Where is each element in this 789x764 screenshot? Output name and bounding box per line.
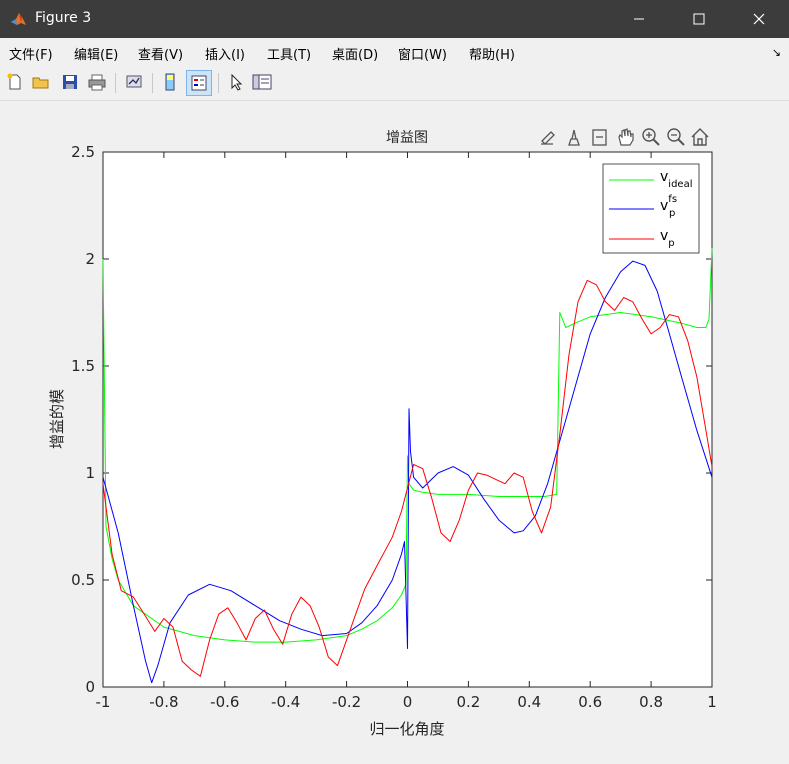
- home-icon[interactable]: [691, 128, 709, 146]
- y-tick-label: 1.5: [71, 357, 95, 375]
- colorbar-button[interactable]: [159, 71, 181, 93]
- x-tick-label: -1: [96, 693, 111, 711]
- y-tick-label: 0.5: [71, 571, 95, 589]
- zoom-out-icon[interactable]: [667, 128, 685, 146]
- y-tick-label: 1: [85, 464, 95, 482]
- link-plot-button[interactable]: [123, 71, 145, 93]
- x-axis-label: 归一化角度: [369, 720, 444, 738]
- data-cursor-icon[interactable]: [568, 129, 580, 146]
- toolbar-separator: [115, 73, 116, 93]
- axes-toolbar: [541, 128, 709, 146]
- maximize-icon: [693, 13, 705, 25]
- y-tick-label: 2: [85, 250, 95, 268]
- new-file-button[interactable]: [4, 71, 26, 93]
- x-tick-label: 0: [403, 693, 413, 711]
- colorbar-icon: [165, 73, 175, 91]
- figure-toolbar: [0, 67, 789, 101]
- window-title: Figure 3: [35, 10, 92, 26]
- menu-help[interactable]: 帮助(H): [469, 44, 515, 63]
- x-tick-label: -0.2: [332, 693, 361, 711]
- x-tick-label: 0.6: [578, 693, 602, 711]
- menu-bar: 文件(F) 编辑(E) 查看(V) 插入(I) 工具(T) 桌面(D) 窗口(W…: [0, 38, 789, 67]
- x-tick-label: -0.4: [271, 693, 300, 711]
- toolbar-separator: [152, 73, 153, 93]
- x-tick-label: 0.4: [517, 693, 541, 711]
- x-tick-label: 0.2: [456, 693, 480, 711]
- save-icon: [63, 75, 77, 89]
- link-plot-icon: [126, 75, 142, 88]
- x-tick-label: -0.8: [149, 693, 178, 711]
- menu-insert[interactable]: 插入(I): [205, 44, 245, 63]
- y-axis-label: 增益的模: [48, 389, 66, 449]
- zoom-in-icon[interactable]: [642, 128, 660, 146]
- x-tick-label: 0.8: [639, 693, 663, 711]
- save-button[interactable]: [59, 71, 81, 93]
- menu-tools[interactable]: 工具(T): [267, 44, 311, 63]
- y-tick-label: 2.5: [71, 143, 95, 161]
- x-tick-label: -0.6: [210, 693, 239, 711]
- minimize-icon: [634, 18, 644, 20]
- legend-icon: [191, 75, 207, 91]
- menu-view[interactable]: 查看(V): [138, 44, 183, 63]
- new-file-icon: [7, 73, 21, 90]
- menu-edit[interactable]: 编辑(E): [74, 44, 118, 63]
- print-icon: [88, 74, 106, 91]
- close-button[interactable]: [733, 0, 785, 38]
- print-button[interactable]: [86, 71, 108, 93]
- brush-edit-icon[interactable]: [541, 131, 555, 145]
- chart-title: 增益图: [386, 130, 428, 146]
- legend-button[interactable]: [186, 70, 212, 96]
- window-titlebar: Figure 3: [0, 0, 789, 38]
- dock-arrow-icon[interactable]: ↘: [772, 46, 781, 59]
- zoom-region-icon[interactable]: [592, 129, 607, 146]
- property-inspector-icon: [252, 74, 272, 90]
- property-inspector-button[interactable]: [251, 71, 273, 93]
- maximize-button[interactable]: [673, 0, 725, 38]
- matlab-logo-icon: [11, 13, 26, 25]
- close-icon: [753, 13, 765, 25]
- legend[interactable]: videalvfs pvp: [602, 163, 700, 254]
- x-tick-label: 1: [707, 693, 717, 711]
- pan-icon[interactable]: [618, 128, 634, 146]
- pointer-icon: [231, 73, 243, 91]
- open-folder-icon: [32, 77, 49, 89]
- gain-chart[interactable]: -1 -0.8 -0.6 -0.4 -0.2 0 0.2 0.4 0.6 0.8 1 0 0.5 1 1.5…: [0, 101, 789, 760]
- figure-canvas[interactable]: -1 -0.8 -0.6 -0.4 -0.2 0 0.2 0.4 0.6 0.8 1 0 0.5 1 1.5…: [0, 101, 789, 760]
- menu-window[interactable]: 窗口(W): [398, 44, 447, 63]
- menu-file[interactable]: 文件(F): [9, 44, 53, 63]
- toolbar-separator: [218, 73, 219, 93]
- minimize-button[interactable]: [613, 0, 665, 38]
- menu-desktop[interactable]: 桌面(D): [332, 44, 378, 63]
- y-tick-label: 0: [85, 678, 95, 696]
- open-folder-button[interactable]: [30, 71, 52, 93]
- pointer-button[interactable]: [225, 71, 247, 93]
